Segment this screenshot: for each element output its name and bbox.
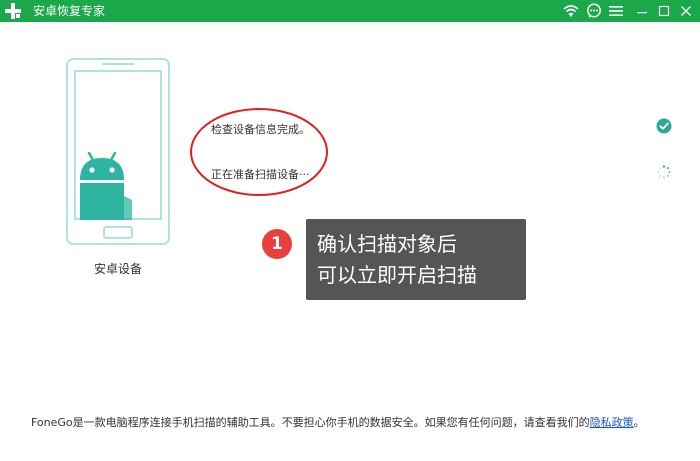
tip-line-1: 确认扫描对象后 [317,232,457,256]
status-preparing-scan: 正在准备扫描设备··· [211,168,310,181]
android-robot-icon [80,151,132,220]
loading-spinner-icon [657,165,671,179]
device-label: 安卓设备 [93,262,142,276]
chat-icon [587,3,601,18]
wifi-button[interactable] [562,2,580,20]
title-bar: 安卓恢复专家 [0,0,700,22]
privacy-policy-link[interactable]: 隐私政策 [590,416,634,429]
close-button[interactable] [677,2,695,20]
menu-button[interactable] [607,2,625,20]
close-icon [681,6,691,16]
restore-icon [658,5,670,17]
tip-callout: 确认扫描对象后 可以立即开启扫描 [306,219,526,300]
plus-cross-icon [5,3,21,19]
footer-end: 。 [633,416,645,429]
minimize-icon [637,12,647,14]
window-title: 安卓恢复专家 [33,4,106,18]
menu-icon [609,6,623,16]
chat-button[interactable] [585,2,603,20]
step-number-badge: 1 [262,229,292,259]
minimize-button[interactable] [633,2,651,20]
check-circle-icon [656,118,672,134]
footer-notice: FoneGo是一款电脑程序连接手机扫描的辅助工具。不要担心你手机的数据安全。如果… [31,416,671,430]
footer-text: FoneGo是一款电脑程序连接手机扫描的辅助工具。不要担心你手机的数据安全。如果… [31,416,590,429]
wifi-icon [563,5,579,17]
status-check-complete: 检查设备信息完成。 [211,123,310,136]
tip-line-2: 可以立即开启扫描 [317,263,477,287]
device-illustration [66,58,170,245]
restore-button[interactable] [655,2,673,20]
